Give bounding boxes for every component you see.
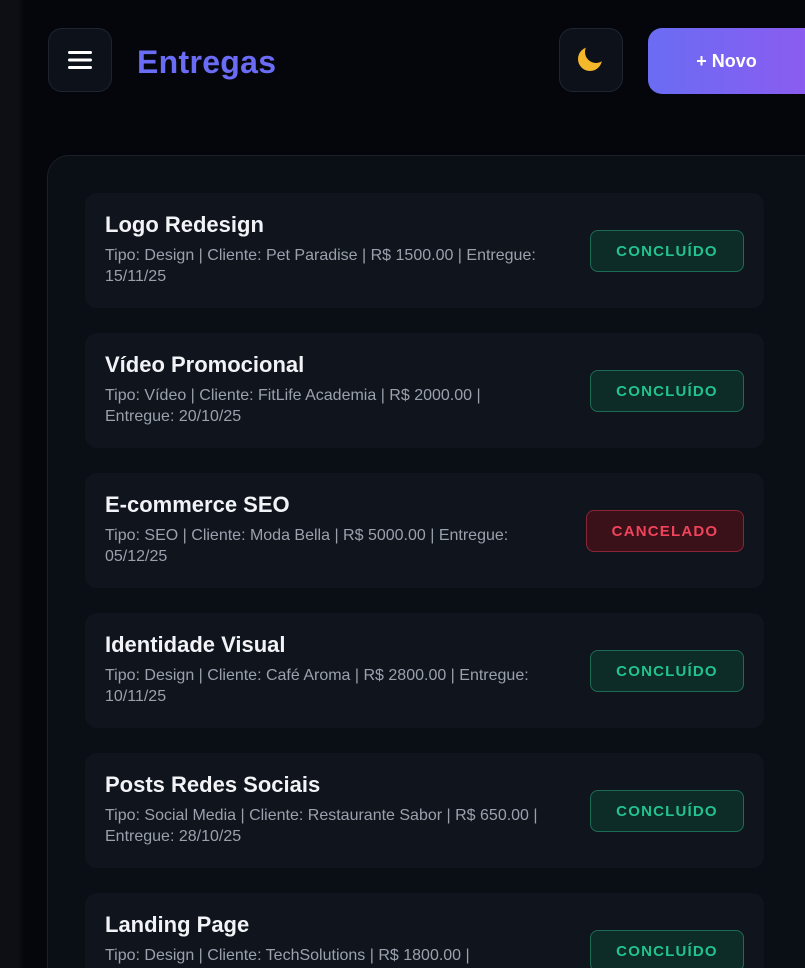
moon-icon xyxy=(574,41,608,80)
hamburger-menu-icon xyxy=(67,49,93,71)
status-badge: CONCLUÍDO xyxy=(590,370,744,412)
status-badge: CONCLUÍDO xyxy=(590,650,744,692)
delivery-card[interactable]: Landing Page Tipo: Design | Cliente: Tech… xyxy=(85,893,764,968)
delivery-title: Vídeo Promocional xyxy=(105,352,305,377)
delivery-meta: Tipo: Design | Cliente: Pet Paradise | R… xyxy=(105,247,536,285)
status-badge: CONCLUÍDO xyxy=(590,790,744,832)
menu-button[interactable] xyxy=(48,28,112,92)
theme-toggle-button[interactable] xyxy=(559,28,623,92)
delivery-title: Identidade Visual xyxy=(105,632,286,657)
delivery-title: E-commerce SEO xyxy=(105,492,290,517)
delivery-title: Landing Page xyxy=(105,912,250,937)
delivery-meta: Tipo: Social Media | Cliente: Restaurant… xyxy=(105,807,538,845)
delivery-card[interactable]: Logo Redesign Tipo: Design | Cliente: Pet… xyxy=(85,193,764,308)
delivery-meta: Tipo: SEO | Cliente: Moda Bella | R$ 500… xyxy=(105,527,509,565)
page-title: Entregas xyxy=(137,44,277,80)
delivery-title: Logo Redesign xyxy=(105,212,264,237)
delivery-card[interactable]: Posts Redes Sociais Tipo: Social Media | … xyxy=(85,753,764,868)
delivery-meta: Tipo: Vídeo | Cliente: FitLife Academia … xyxy=(105,387,481,425)
delivery-meta: Tipo: Design | Cliente: Café Aroma | R$ … xyxy=(105,667,529,705)
delivery-title: Posts Redes Sociais xyxy=(105,772,321,797)
delivery-card[interactable]: Vídeo Promocional Tipo: Vídeo | Cliente: … xyxy=(85,333,764,448)
new-delivery-button[interactable]: + Novo xyxy=(648,28,805,94)
delivery-card[interactable]: E-commerce SEO Tipo: SEO | Cliente: Moda … xyxy=(85,473,764,588)
status-badge: CONCLUÍDO xyxy=(590,930,744,968)
app-header: Entregas + Novo xyxy=(0,0,805,130)
page: Entregas + Novo Logo Redesign Tipo: Desig… xyxy=(0,0,805,968)
delivery-meta: Tipo: Design | Cliente: TechSolutions | … xyxy=(105,947,470,964)
status-badge: CONCLUÍDO xyxy=(590,230,744,272)
new-button-label: + Novo xyxy=(696,50,757,71)
delivery-card[interactable]: Identidade Visual Tipo: Design | Cliente:… xyxy=(85,613,764,728)
status-badge: CANCELADO xyxy=(586,510,744,552)
